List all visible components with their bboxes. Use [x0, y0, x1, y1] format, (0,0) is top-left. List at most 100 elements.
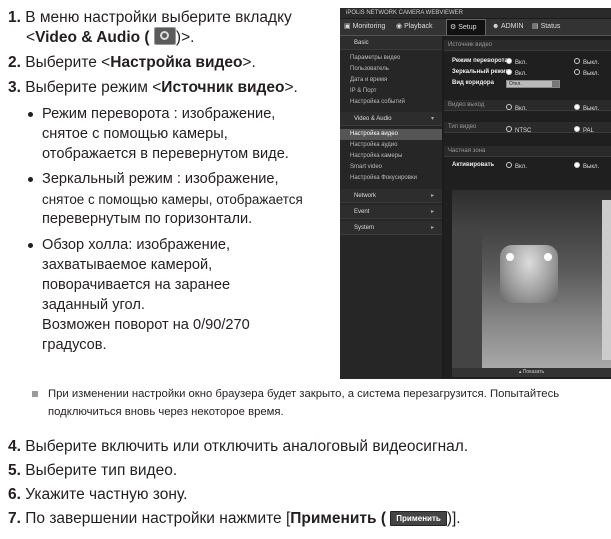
hallway-label: Вид коридора	[452, 80, 494, 86]
bullet-line: градусов.	[42, 337, 107, 353]
settings-panel: Источник видео Режим переворота Вкл. Вык…	[444, 36, 611, 379]
step-text: Укажите частную зону.	[25, 486, 188, 503]
admin-user: ☻ ADMIN	[492, 23, 524, 30]
step-bold: Источник видео	[161, 79, 285, 96]
step-bold: Применить (	[290, 510, 386, 527]
section-header-privacy: Частная зона	[444, 146, 611, 157]
step-text: В меню настройки выберите вкладку	[25, 9, 292, 26]
bullet-line: Обзор холла: изображение,	[42, 237, 231, 253]
step-bold: Video & Audio (	[35, 29, 150, 46]
ntsc-radio[interactable]: NTSC	[506, 126, 531, 134]
step-number: 2.	[8, 54, 21, 71]
flip-off-radio[interactable]: Выкл.	[574, 58, 599, 66]
hallway-select[interactable]: Откл.	[506, 80, 560, 88]
sidebar-sub-item[interactable]: IP & Порт	[340, 86, 442, 97]
bullet-line: снятое с помощью камеры, отображается	[42, 192, 303, 207]
sidebar-item-basic[interactable]: Basic	[340, 36, 442, 50]
sidebar-sub-item[interactable]: Пользователь	[340, 64, 442, 75]
headlight	[506, 253, 514, 261]
bullet-dot	[28, 177, 33, 182]
bullet-line: Зеркальный режим : изображение,	[42, 171, 279, 187]
bullet-line: заданный угол.	[42, 297, 145, 313]
tab-label: ADMIN	[500, 23, 524, 30]
tab-playback[interactable]: ◉ Playback	[396, 19, 432, 35]
webviewer-screenshot: iPOLiS NETWORK CAMERA WEBVIEWER ▣ Monito…	[340, 8, 611, 379]
sidebar-item-video-audio[interactable]: Video & Audio ▾	[340, 112, 442, 126]
sidebar-item-event[interactable]: Event ▸	[340, 205, 442, 219]
privacy-on-radio[interactable]: Вкл.	[506, 162, 527, 170]
bullet-line: перевернутым по горизонтали.	[42, 211, 253, 227]
section-header-source: Источник видео	[444, 40, 611, 51]
mirror-label: Зеркальный режим	[452, 69, 511, 75]
privacy-off-radio[interactable]: Выкл.	[574, 162, 599, 170]
sidebar-sub-item[interactable]: Настройка событий	[340, 97, 442, 108]
bullet-line: Возможен поворот на 0/90/270	[42, 317, 250, 333]
step-text: Выберите тип видео.	[25, 462, 178, 479]
output-off-radio[interactable]: Выкл.	[574, 104, 599, 112]
preview-column	[602, 200, 611, 360]
sidebar-item-system[interactable]: System ▸	[340, 221, 442, 235]
tab-label: Status	[540, 23, 561, 30]
step-7: 7. По завершении настройки нажмите [Прим…	[8, 509, 461, 528]
tab-setup[interactable]: ⚙ Setup	[446, 19, 486, 35]
bullet-dot	[28, 243, 33, 248]
chevron-down-icon: ▾	[430, 116, 434, 122]
sidebar-sub-item[interactable]: Настройка аудио	[340, 140, 442, 151]
step-number: 1.	[8, 9, 21, 26]
step-number: 5.	[8, 462, 21, 479]
tab-label: Monitoring	[352, 23, 386, 30]
video-audio-icon	[153, 27, 176, 45]
step-1-line-2: <Video & Audio ( )>.	[26, 27, 194, 47]
step-number: 7.	[8, 510, 21, 527]
flip-label: Режим переворота	[452, 58, 508, 64]
sidebar-item-network[interactable]: Network ▸	[340, 189, 442, 203]
pal-radio[interactable]: PAL	[574, 126, 594, 134]
step-1: 1. В меню настройки выберите вкладку	[8, 8, 292, 27]
output-on-radio[interactable]: Вкл.	[506, 104, 527, 112]
mirror-off-radio[interactable]: Выкл.	[574, 69, 599, 77]
step-number: 6.	[8, 486, 21, 503]
chevron-right-icon: ▸	[430, 193, 434, 199]
tab-status[interactable]: ▤ Status	[532, 19, 560, 35]
activate-label: Активировать	[452, 162, 495, 168]
chevron-down-icon	[552, 81, 559, 87]
camera-preview[interactable]	[452, 190, 611, 368]
step-5: 5. Выберите тип видео.	[8, 461, 177, 480]
step-text: )].	[446, 510, 461, 527]
tab-label: Setup	[458, 24, 477, 31]
apply-button-icon: Применить	[390, 511, 447, 526]
step-text: <	[26, 29, 36, 46]
step-text: >.	[242, 54, 256, 71]
tab-bar: ▣ Monitoring ◉ Playback ⚙ Setup ☻ ADMIN …	[340, 19, 611, 36]
sidebar-label: Event	[354, 209, 370, 215]
sidebar-sub-item[interactable]: Smart video	[340, 162, 442, 173]
sidebar-label: Video & Audio	[354, 116, 392, 122]
tab-monitoring[interactable]: ▣ Monitoring	[344, 19, 385, 35]
step-text: Выберите <	[25, 54, 111, 71]
tab-label: Playback	[404, 23, 433, 30]
bullet-line: снятое с помощью камеры,	[42, 126, 228, 142]
step-2: 2. Выберите <Настройка видео>.	[8, 53, 256, 72]
note-square-icon	[32, 391, 38, 397]
sidebar-label: System	[354, 225, 375, 231]
app-title: iPOLiS NETWORK CAMERA WEBVIEWER	[340, 8, 611, 18]
bullet-line: захватываемое камерой,	[42, 257, 213, 273]
sidebar-sub-item[interactable]: Настройка Фокусировки	[340, 173, 442, 184]
chevron-right-icon: ▸	[430, 209, 434, 215]
preview-wall	[452, 230, 482, 368]
step-number: 3.	[8, 79, 21, 96]
mirror-on-radio[interactable]: Вкл.	[506, 69, 527, 77]
show-toggle[interactable]: ▴ Показать	[452, 368, 611, 377]
flip-on-radio[interactable]: Вкл.	[506, 58, 527, 66]
sidebar-sub-item[interactable]: Параметры видео	[340, 53, 442, 64]
headlight	[544, 253, 552, 261]
sidebar-sub-item-video-setup[interactable]: Настройка видео	[340, 129, 442, 140]
bullet-line: Режим переворота : изображение,	[42, 106, 276, 122]
step-4: 4. Выберите включить или отключить анало…	[8, 437, 468, 456]
step-text: Выберите режим <	[25, 79, 162, 96]
sidebar-sub-item[interactable]: Настройка камеры	[340, 151, 442, 162]
sidebar-sub-item[interactable]: Дата и время	[340, 75, 442, 86]
note-line: подключиться вновь через некоторое время…	[48, 406, 284, 418]
step-text: )>.	[175, 29, 195, 46]
note-line: При изменении настройки окно браузера бу…	[48, 388, 560, 400]
